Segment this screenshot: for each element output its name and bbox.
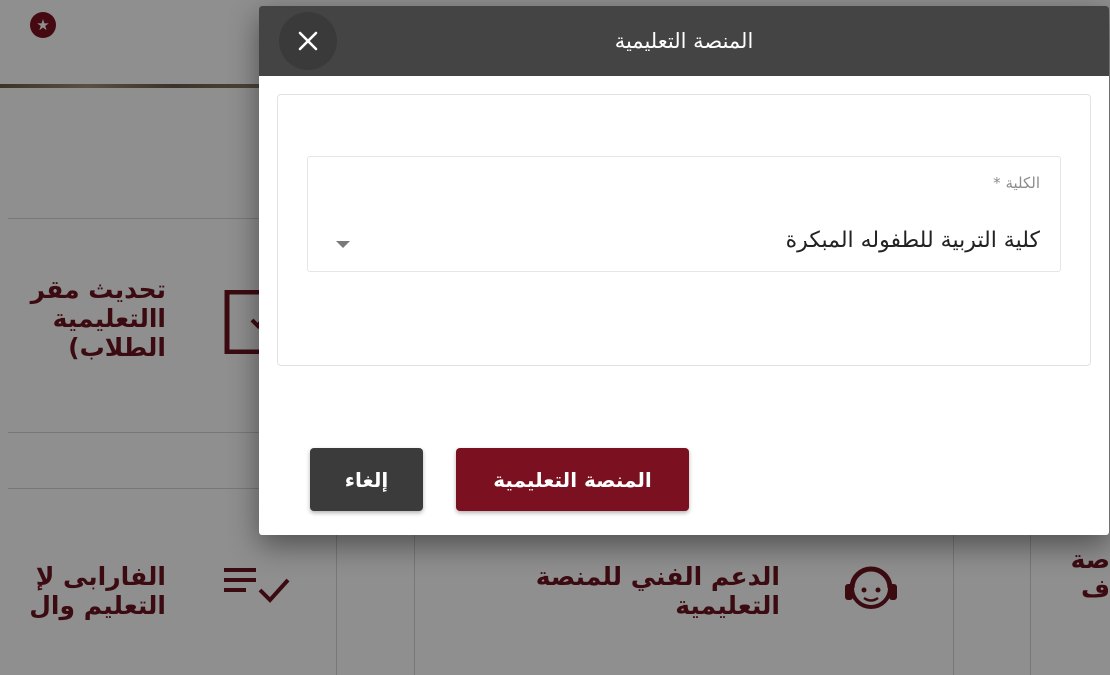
cancel-button[interactable]: إلغاء	[310, 448, 423, 511]
educational-platform-dialog: المنصة التعليمية الكلية * كلية التربية ل…	[259, 6, 1109, 535]
college-select[interactable]: الكلية * كلية التربية للطفوله المبكرة	[307, 156, 1061, 272]
close-icon	[298, 31, 318, 51]
college-selected-value: كلية التربية للطفوله المبكرة	[785, 228, 1040, 253]
close-button[interactable]	[279, 12, 337, 70]
open-platform-button[interactable]: المنصة التعليمية	[456, 448, 689, 511]
college-label: الكلية *	[993, 174, 1040, 192]
dropdown-arrow-icon[interactable]	[336, 241, 350, 249]
form-card: الكلية * كلية التربية للطفوله المبكرة	[277, 94, 1091, 366]
dialog-header: المنصة التعليمية	[259, 6, 1109, 76]
dialog-title: المنصة التعليمية	[614, 29, 754, 53]
